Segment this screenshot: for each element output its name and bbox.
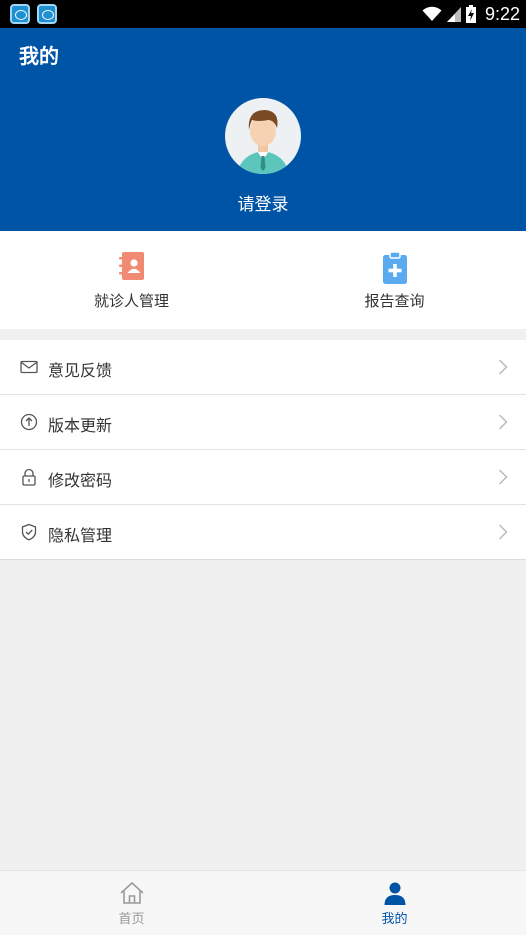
menu-item-label: 版本更新: [48, 416, 113, 435]
clipboard-plus-icon: [381, 251, 409, 289]
home-icon: [119, 881, 145, 909]
chevron-right-icon: [498, 469, 508, 489]
nav-tab-home[interactable]: 首页: [0, 871, 263, 935]
app-notification-icon: [10, 4, 30, 24]
menu-item-label: 隐私管理: [48, 526, 113, 545]
contact-book-icon: [118, 251, 146, 285]
menu-item-label: 修改密码: [48, 471, 113, 490]
report-query-button[interactable]: 报告查询: [263, 231, 526, 329]
status-time: 9:22: [484, 3, 520, 24]
avatar-illustration: [237, 110, 289, 174]
quick-actions: 就诊人管理 报告查询: [0, 231, 526, 329]
envelope-icon: [20, 358, 38, 380]
profile-header: 我的 请登录: [0, 28, 526, 231]
chevron-right-icon: [498, 524, 508, 544]
chevron-right-icon: [498, 414, 508, 434]
app-notification-icon: [37, 4, 57, 24]
bottom-nav: 首页 我的: [0, 870, 526, 935]
lock-icon: [20, 468, 38, 490]
wifi-icon: [422, 6, 442, 21]
chevron-right-icon: [498, 359, 508, 379]
battery-icon: [465, 5, 476, 23]
patient-management-button[interactable]: 就诊人管理: [0, 231, 263, 329]
arrow-up-circle-icon: [20, 413, 38, 435]
shield-icon: [20, 523, 38, 545]
user-icon: [383, 881, 407, 909]
status-bar: 9:22: [0, 0, 526, 28]
menu-item-feedback[interactable]: 意见反馈: [0, 340, 526, 395]
page-title: 我的: [19, 44, 59, 68]
signal-icon: [446, 7, 461, 22]
nav-tab-mine[interactable]: 我的: [263, 871, 526, 935]
menu-item-label: 意见反馈: [48, 361, 113, 380]
nav-tab-label: 我的: [381, 912, 408, 927]
nav-tab-label: 首页: [118, 912, 145, 927]
report-query-label: 报告查询: [364, 292, 425, 310]
menu-item-change-password[interactable]: 修改密码: [0, 450, 526, 505]
patient-management-label: 就诊人管理: [93, 292, 169, 310]
avatar[interactable]: [225, 98, 301, 174]
login-link[interactable]: 请登录: [0, 190, 526, 215]
settings-menu: 意见反馈 版本更新 修改密码 隐私管理: [0, 340, 526, 560]
menu-item-version-update[interactable]: 版本更新: [0, 395, 526, 450]
menu-item-privacy[interactable]: 隐私管理: [0, 505, 526, 560]
